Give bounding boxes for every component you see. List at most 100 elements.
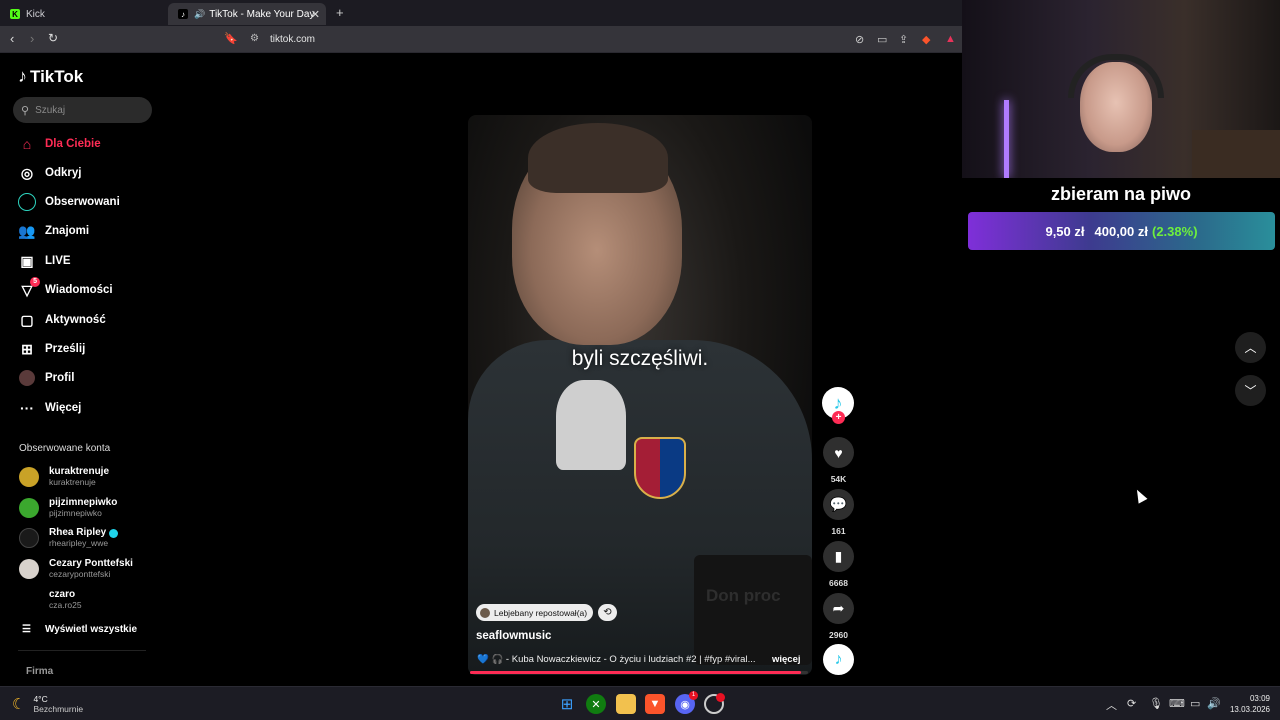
account-name: Rhea Ripley xyxy=(49,527,107,538)
more-icon: ··· xyxy=(20,400,34,416)
tab-kick[interactable]: K Kick xyxy=(0,3,166,25)
repost-chip[interactable]: Lebjebany repostował(a) xyxy=(476,604,594,621)
search-icon: ⚲ xyxy=(21,104,30,117)
video-hair xyxy=(528,123,668,193)
account-item[interactable]: pijzimnepiwko pijzimnepiwko xyxy=(19,494,117,522)
site-info-icon[interactable]: ⚙ xyxy=(250,33,259,44)
brave-shield-icon[interactable]: ◆ xyxy=(922,33,930,46)
nav-znajomi[interactable]: 👥 Znajomi xyxy=(18,220,89,242)
nav-label: Prześlij xyxy=(45,343,86,355)
microphone-icon[interactable]: 🎙 xyxy=(1149,697,1163,710)
tab-tiktok[interactable]: ♪ 🔊 TikTok - Make Your Day ✕ xyxy=(168,3,326,25)
address-bar[interactable]: tiktok.com xyxy=(270,34,315,45)
nav-label: Więcej xyxy=(45,402,82,414)
speaker-icon[interactable]: 🔊 xyxy=(194,9,205,20)
follow-button[interactable]: + xyxy=(832,411,845,424)
account-item[interactable]: Cezary Ponttefski cezaryponttefski xyxy=(19,555,133,583)
discord-icon[interactable]: ◉ 1 xyxy=(675,691,698,714)
video-progress[interactable] xyxy=(470,671,808,674)
search-input[interactable] xyxy=(35,104,136,116)
screen-icon[interactable]: ▭ xyxy=(877,33,887,46)
folder-icon[interactable] xyxy=(616,694,636,714)
video-shirt xyxy=(556,380,626,470)
previous-video-button[interactable]: ︿ xyxy=(1235,332,1266,363)
moon-icon: ☾ xyxy=(12,696,26,713)
list-icon: ☰ xyxy=(22,624,31,635)
nav-label: Aktywność xyxy=(45,314,106,326)
system-clock[interactable]: 03:09 13.03.2026 xyxy=(1224,693,1270,715)
volume-icon[interactable]: 🔊 xyxy=(1207,697,1221,710)
start-icon[interactable]: ⊞ xyxy=(557,694,577,714)
tracking-icon[interactable]: ⊘ xyxy=(855,33,864,46)
nav-profil[interactable]: Profil xyxy=(18,367,74,389)
account-handle: cezaryponttefski xyxy=(49,569,111,579)
tray-chevron-icon[interactable]: ︿ xyxy=(1106,697,1117,713)
mug-text: Don proc xyxy=(706,586,781,605)
avatar xyxy=(19,590,39,610)
footer-link[interactable]: Firma xyxy=(26,666,53,677)
brave-icon[interactable]: ▼ xyxy=(645,694,665,714)
nav-live[interactable]: ▣ LIVE xyxy=(18,250,70,272)
windows-taskbar: ☾ 4°C Bezchmurnie ⊞ ✕ ▼ ◉ 1 ︿ ⟳ 🎙 ⌨ ▭ 🔊 0… xyxy=(0,686,1280,720)
video-mug xyxy=(694,555,812,665)
more-button[interactable]: więcej xyxy=(772,654,801,665)
comment-button[interactable]: 💬 xyxy=(823,489,854,520)
video-player[interactable]: Don proc byli szczęśliwi. xyxy=(468,115,812,675)
bookmark-icon[interactable]: 🔖 xyxy=(224,32,238,45)
nav-dla-ciebie[interactable]: ⌂ Dla Ciebie xyxy=(18,133,101,155)
repost-label: Lebjebany repostował(a) xyxy=(494,607,588,618)
nav-odkryj[interactable]: ◎ Odkryj xyxy=(18,162,82,184)
like-button[interactable]: ♥ xyxy=(823,437,854,468)
rewards-icon[interactable]: ▲ xyxy=(945,33,956,45)
donation-goal-bar: 9,50 zł 400,00 zł (2.38%) xyxy=(968,212,1275,250)
close-icon[interactable]: ✕ xyxy=(311,8,320,21)
nav-obserwowani[interactable]: Obserwowani xyxy=(18,191,120,213)
sync-icon[interactable]: ⟳ xyxy=(1127,697,1136,710)
back-icon[interactable]: ‹ xyxy=(10,31,14,46)
video-author[interactable]: seaflowmusic xyxy=(476,630,551,642)
headset xyxy=(1068,54,1164,98)
next-video-button[interactable]: ﹀ xyxy=(1235,375,1266,406)
chevron-down-icon: ﹀ xyxy=(1244,384,1257,398)
reload-icon[interactable]: ↻ xyxy=(48,31,58,45)
weather-widget[interactable]: ☾ 4°C Bezchmurnie xyxy=(12,694,83,714)
account-name: Cezary Ponttefski xyxy=(49,558,133,569)
share-button[interactable]: ➦ xyxy=(823,593,854,624)
donation-percent: (2.38%) xyxy=(1152,223,1198,239)
show-all-button[interactable]: ☰ Wyświetl wszystkie xyxy=(22,624,137,635)
tiktok-note-icon: ♪ xyxy=(18,66,27,86)
nav-aktywnosc[interactable]: ▢ Aktywność xyxy=(18,309,106,331)
avatar xyxy=(19,528,39,548)
xbox-icon[interactable]: ✕ xyxy=(586,694,606,714)
repost-icon[interactable]: ⟲ xyxy=(598,604,617,621)
share-icon[interactable]: ⇪ xyxy=(899,33,908,46)
tiktok-logo[interactable]: ♪ TikTok xyxy=(18,66,83,87)
search-box[interactable]: ⚲ xyxy=(13,97,152,123)
nav-label: Dla Ciebie xyxy=(45,138,101,150)
nav-wiadomosci[interactable]: ▽ 5 Wiadomości xyxy=(18,276,113,301)
compass-icon: ◎ xyxy=(20,164,34,181)
messages-icon: ▽ 5 xyxy=(18,276,40,299)
save-button[interactable]: ▮ xyxy=(823,541,854,572)
account-item[interactable]: Rhea Ripley rhearipley_wwe xyxy=(19,524,119,552)
forward-icon[interactable]: › xyxy=(30,31,34,46)
tab-title: TikTok - Make Your Day xyxy=(209,8,315,20)
account-item[interactable]: kuraktrenuje kuraktrenuje xyxy=(19,463,109,491)
sound-disc[interactable]: ♪ xyxy=(823,644,854,675)
obs-icon[interactable] xyxy=(704,693,725,714)
avatar xyxy=(19,467,39,487)
clock-time: 03:09 xyxy=(1249,694,1270,703)
heart-icon: ♥ xyxy=(834,444,843,461)
tab-title: Kick xyxy=(26,8,45,20)
following-section-title: Obserwowane konta xyxy=(19,443,111,454)
account-handle: cza.ro25 xyxy=(49,600,82,610)
nav-label: Wiadomości xyxy=(45,284,113,296)
account-item[interactable]: czaro cza.ro25 xyxy=(19,586,82,614)
club-crest xyxy=(634,437,686,499)
keyboard-icon[interactable]: ⌨ xyxy=(1169,697,1185,710)
nav-przeslij[interactable]: ⊞ Prześlij xyxy=(18,338,85,360)
display-icon[interactable]: ▭ xyxy=(1190,697,1200,710)
kick-icon: K xyxy=(10,9,20,19)
nav-wiecej[interactable]: ··· Więcej xyxy=(18,397,81,419)
new-tab-button[interactable]: + xyxy=(336,5,344,20)
